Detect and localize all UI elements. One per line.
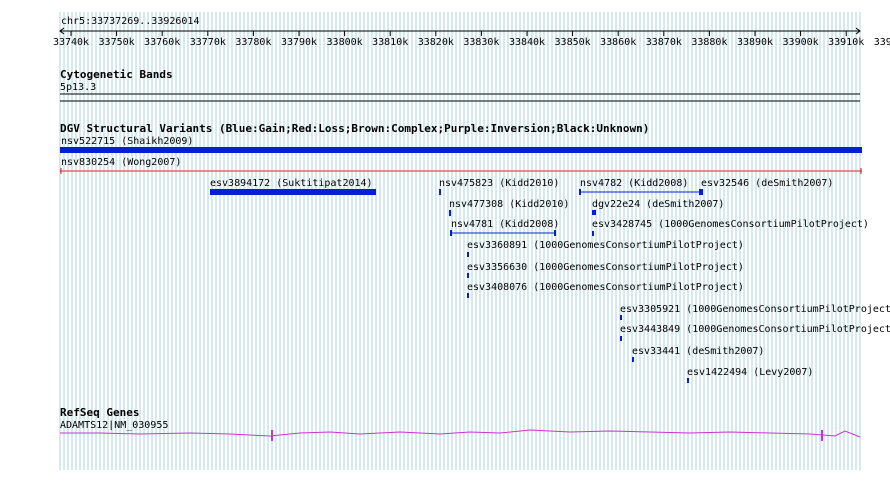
- dgv-variant-label[interactable]: esv1422494 (Levy2007): [687, 367, 813, 378]
- ruler-tick-label: 33910k: [828, 37, 864, 48]
- genome-browser: chr5:33737269..33926014 33740k 33750k 3376…: [53, 12, 890, 470]
- ruler-tick-label: 33920k: [874, 37, 890, 48]
- dgv-variant-label[interactable]: esv3360891 (1000GenomesConsortiumPilotPr…: [467, 240, 744, 251]
- dgv-variant-label[interactable]: nsv475823 (Kidd2010): [439, 178, 559, 189]
- dgv-variant[interactable]: esv3356630 (1000GenomesConsortiumPilotPr…: [467, 262, 744, 278]
- ruler-tick-label: 33830k: [463, 37, 499, 48]
- dgv-variant-bar[interactable]: [467, 293, 469, 298]
- dgv-track-title: DGV Structural Variants (Blue:Gain;Red:L…: [60, 122, 649, 135]
- ruler-tick-label: 33840k: [509, 37, 545, 48]
- dgv-variant-label[interactable]: nsv4781 (Kidd2008): [451, 219, 559, 230]
- dgv-variant-bar[interactable]: [620, 315, 622, 320]
- dgv-variant-bar[interactable]: [592, 210, 596, 215]
- dgv-variant-label[interactable]: esv32546 (deSmith2007): [701, 178, 833, 189]
- dgv-variant-bar[interactable]: [449, 210, 451, 216]
- dgv-variant[interactable]: nsv475823 (Kidd2010): [439, 178, 559, 195]
- dgv-variant-label[interactable]: esv33441 (deSmith2007): [632, 346, 764, 357]
- dgv-variant[interactable]: esv3894172 (Suktitipat2014): [210, 178, 376, 195]
- dgv-variant[interactable]: esv1422494 (Levy2007): [687, 367, 813, 383]
- dgv-variant-bar[interactable]: [210, 189, 376, 195]
- dgv-variant-bar[interactable]: [620, 336, 622, 341]
- dgv-variant-label[interactable]: nsv522715 (Shaikh2009): [61, 136, 193, 147]
- dgv-variant-label[interactable]: nsv4782 (Kidd2008): [580, 178, 688, 189]
- ruler-tick-label: 33860k: [600, 37, 636, 48]
- dgv-variant-label[interactable]: esv3305921 (1000GenomesConsortiumPilotPr…: [620, 304, 890, 315]
- dgv-variant-bar[interactable]: [467, 273, 469, 278]
- ruler-tick-label: 33760k: [144, 37, 180, 48]
- dgv-variant-bar[interactable]: [632, 357, 634, 362]
- ruler-tick-label: 33890k: [737, 37, 773, 48]
- dgv-variant-label[interactable]: esv3894172 (Suktitipat2014): [210, 178, 373, 189]
- dgv-variant-bar[interactable]: [439, 189, 441, 195]
- dgv-variant[interactable]: nsv4782 (Kidd2008): [579, 178, 701, 195]
- ruler-tick-label: 33800k: [327, 37, 363, 48]
- ruler-tick-label: 33810k: [372, 37, 408, 48]
- ruler-tick-label: 33850k: [555, 37, 591, 48]
- dgv-variant[interactable]: nsv830254 (Wong2007): [60, 157, 862, 174]
- dgv-variant[interactable]: esv3428745 (1000GenomesConsortiumPilotPr…: [592, 219, 869, 236]
- ruler-tick-label: 33880k: [691, 37, 727, 48]
- cytoband-label: 5p13.3: [60, 82, 96, 93]
- ruler-tick-label: 33820k: [418, 37, 454, 48]
- dgv-variant[interactable]: nsv522715 (Shaikh2009): [60, 136, 862, 153]
- dgv-variant-label[interactable]: esv3408076 (1000GenomesConsortiumPilotPr…: [467, 282, 744, 293]
- refseq-track-title: RefSeq Genes: [60, 406, 139, 419]
- dgv-variant[interactable]: esv3408076 (1000GenomesConsortiumPilotPr…: [467, 282, 744, 298]
- ruler-tick-label: 33740k: [53, 37, 89, 48]
- dgv-variant-label[interactable]: esv3428745 (1000GenomesConsortiumPilotPr…: [592, 219, 869, 230]
- ruler-tick-label: 33780k: [235, 37, 271, 48]
- position-label: chr5:33737269..33926014: [61, 16, 199, 27]
- dgv-variant[interactable]: esv3360891 (1000GenomesConsortiumPilotPr…: [467, 240, 744, 257]
- dgv-variant-bar[interactable]: [592, 231, 594, 236]
- dgv-variant[interactable]: esv32546 (deSmith2007): [701, 178, 833, 195]
- ruler-tick-label: 33900k: [783, 37, 819, 48]
- dgv-variant-label[interactable]: esv3356630 (1000GenomesConsortiumPilotPr…: [467, 262, 744, 273]
- refseq-gene-label[interactable]: ADAMTS12|NM_030955: [60, 420, 168, 431]
- dgv-variant-bar[interactable]: [687, 378, 689, 383]
- dgv-variant[interactable]: nsv477308 (Kidd2010): [449, 199, 569, 216]
- dgv-variant[interactable]: nsv4781 (Kidd2008): [450, 219, 559, 236]
- ruler-tick-label: 33790k: [281, 37, 317, 48]
- ruler-tick-label: 33750k: [99, 37, 135, 48]
- ruler-tick-label: 33870k: [646, 37, 682, 48]
- dgv-variant-bar[interactable]: [701, 189, 703, 195]
- dgv-variant-bar[interactable]: [60, 147, 862, 153]
- cytoband-track-title: Cytogenetic Bands: [60, 68, 173, 81]
- ruler-tick-label: 33770k: [190, 37, 226, 48]
- dgv-variant-label[interactable]: dgv22e24 (deSmith2007): [592, 199, 724, 210]
- dgv-variant-bar[interactable]: [467, 252, 469, 257]
- dgv-variant-label[interactable]: nsv477308 (Kidd2010): [449, 199, 569, 210]
- dgv-variant-label[interactable]: nsv830254 (Wong2007): [61, 157, 181, 168]
- dgv-variant-label[interactable]: esv3443849 (1000GenomesConsortiumPilotPr…: [620, 324, 890, 335]
